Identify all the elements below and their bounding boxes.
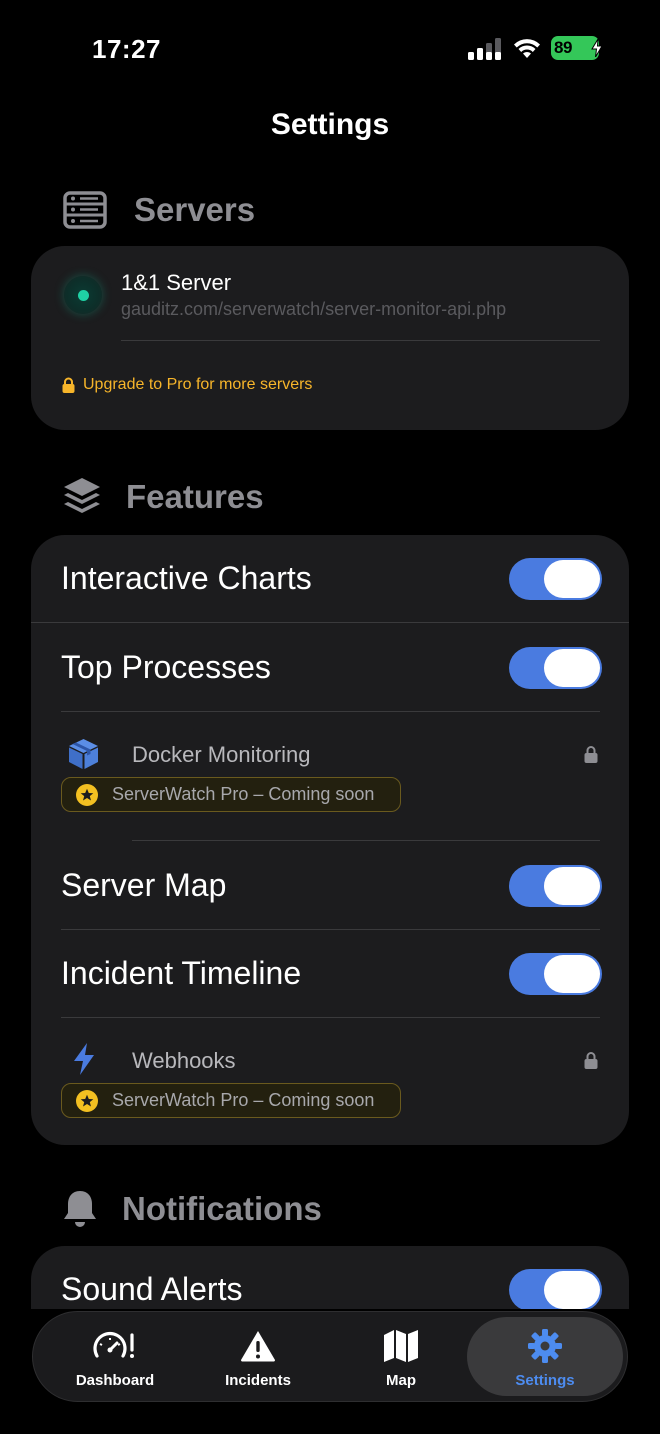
tab-settings[interactable]: Settings: [467, 1317, 623, 1396]
sound-alerts-toggle[interactable]: [509, 1269, 602, 1311]
warning-triangle-icon: [240, 1328, 276, 1364]
docker-monitoring-label: Docker Monitoring: [132, 742, 311, 767]
divider: [121, 340, 600, 341]
features-section-title: Features: [126, 478, 264, 515]
battery-indicator: 89: [551, 36, 603, 60]
server-status-dot: [64, 276, 102, 314]
lock-icon: [62, 377, 75, 393]
status-time: 17:27: [92, 34, 161, 64]
lock-icon: [584, 746, 598, 763]
tab-incidents[interactable]: Incidents: [193, 1312, 323, 1401]
interactive-charts-label: Interactive Charts: [61, 560, 312, 596]
webhooks-label: Webhooks: [132, 1048, 236, 1073]
server-map-label: Server Map: [61, 867, 227, 903]
pro-badge-text: ServerWatch Pro – Coming soon: [112, 784, 375, 804]
docker-box-icon: [69, 739, 98, 769]
interactive-charts-toggle[interactable]: [509, 558, 602, 600]
wifi-icon: [514, 39, 540, 58]
top-processes-toggle[interactable]: [509, 647, 602, 689]
lightning-bolt-icon: [74, 1043, 94, 1075]
notifications-section-header: Notifications: [62, 1189, 322, 1229]
server-name[interactable]: 1&1 Server: [121, 270, 231, 296]
server-rack-icon: [63, 191, 107, 229]
tab-map[interactable]: Map: [336, 1312, 466, 1401]
tab-dashboard[interactable]: Dashboard: [49, 1312, 181, 1401]
star-icon: [76, 783, 98, 806]
pro-coming-soon-badge: ServerWatch Pro – Coming soon: [61, 1083, 401, 1118]
layers-icon: [64, 478, 100, 513]
tab-map-label: Map: [386, 1372, 416, 1389]
battery-level: 89: [554, 38, 572, 57]
tab-incidents-label: Incidents: [225, 1372, 291, 1389]
cellular-signal-icon: [468, 38, 501, 60]
notifications-section-title: Notifications: [122, 1190, 322, 1227]
divider: [61, 929, 600, 930]
gear-icon: [527, 1328, 563, 1364]
sound-alerts-label: Sound Alerts: [61, 1271, 243, 1307]
tab-settings-label: Settings: [515, 1372, 575, 1389]
bell-icon: [64, 1191, 96, 1227]
divider: [61, 1017, 600, 1018]
divider: [132, 840, 600, 841]
server-url[interactable]: gauditz.com/serverwatch/server-monitor-a…: [121, 299, 506, 320]
map-icon: [383, 1328, 419, 1364]
incident-timeline-toggle[interactable]: [509, 953, 602, 995]
top-processes-label: Top Processes: [61, 649, 271, 685]
upgrade-label: Upgrade to Pro for more servers: [83, 376, 313, 393]
gauge-alert-icon: [91, 1328, 139, 1364]
pro-coming-soon-badge: ServerWatch Pro – Coming soon: [61, 777, 401, 812]
star-icon: [76, 1089, 98, 1112]
charging-bolt-icon: [591, 39, 603, 57]
upgrade-to-pro-link[interactable]: Upgrade to Pro for more servers: [62, 376, 312, 394]
incident-timeline-label: Incident Timeline: [61, 955, 302, 991]
divider: [61, 711, 600, 712]
lock-icon: [584, 1052, 598, 1069]
tab-dashboard-label: Dashboard: [75, 1372, 155, 1389]
server-map-toggle[interactable]: [509, 865, 602, 907]
status-bar: 17:27 89: [0, 0, 660, 96]
page-title: Settings: [270, 108, 390, 141]
features-section-header: Features: [62, 476, 264, 518]
servers-section-header: Servers: [62, 190, 255, 230]
servers-section-title: Servers: [134, 191, 256, 228]
divider: [31, 622, 629, 623]
pro-badge-text: ServerWatch Pro – Coming soon: [112, 1090, 375, 1110]
tab-bar: Dashboard Incidents Map Settings: [32, 1311, 628, 1402]
